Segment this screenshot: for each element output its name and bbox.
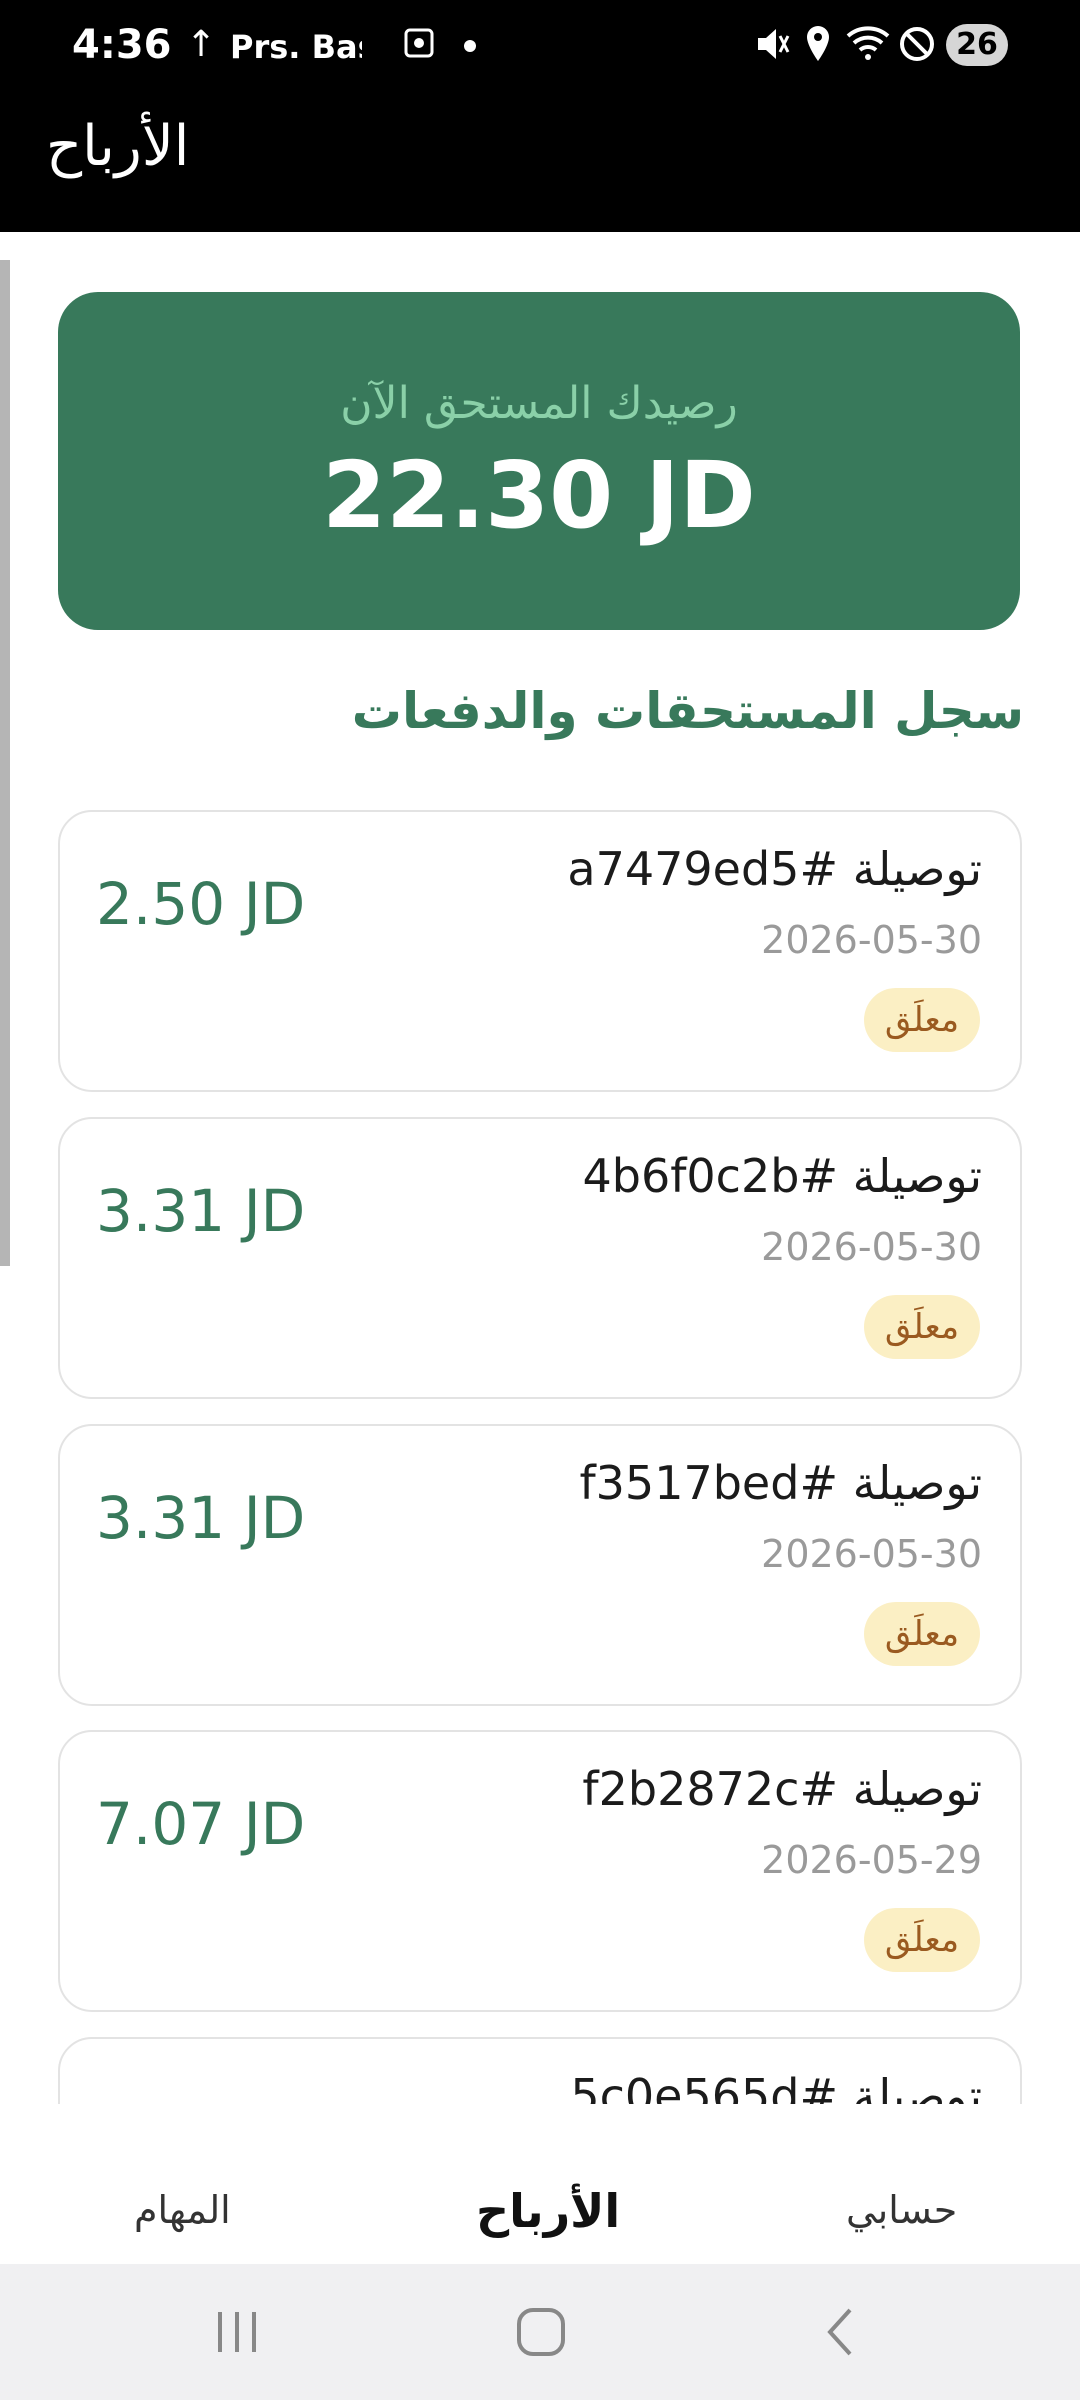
status-time: 4:36 [72, 22, 172, 68]
page-title: الأرباح [46, 114, 190, 179]
home-icon[interactable] [514, 2304, 568, 2360]
entry-amount: 3.31 JD [96, 1484, 306, 1552]
screen-record-icon [404, 28, 434, 58]
status-badge: معلَق [864, 1602, 980, 1666]
status-badge: معلَق [864, 1295, 980, 1359]
recent-apps-icon[interactable] [212, 2304, 262, 2360]
status-badge: معلَق [864, 988, 980, 1052]
status-badge: معلَق [864, 1908, 980, 1972]
entry-amount: 2.50 JD [96, 870, 306, 938]
system-nav-bar [0, 2264, 1080, 2400]
earning-entry[interactable]: توصيلة #a7479ed5 2026-05-30 معلَق 2.50 J… [58, 810, 1022, 1092]
entry-title: توصيلة #f2b2872c [582, 1762, 982, 1816]
entry-title: توصيلة #a7479ed5 [567, 842, 982, 896]
balance-amount: 22.30 JD [322, 442, 756, 549]
entry-date: 2026-05-30 [761, 918, 982, 962]
nav-item-earnings[interactable]: الأرباح [476, 2184, 620, 2238]
earning-entry[interactable]: توصيلة #4b6f0c2b 2026-05-30 معلَق 3.31 J… [58, 1117, 1022, 1399]
nav-item-account[interactable]: حسابي [846, 2188, 957, 2232]
status-bar: 4:36 ↑ Prs. Basm 26 [0, 0, 1080, 92]
app-bar: الأرباح [0, 92, 1080, 232]
balance-label: رصيدك المستحق الآن [340, 378, 738, 429]
earning-entry[interactable]: توصيلة #5c0e565d [58, 2037, 1022, 2104]
entry-amount: 7.07 JD [96, 1790, 306, 1858]
entry-date: 2026-05-30 [761, 1225, 982, 1269]
entry-date: 2026-05-29 [761, 1838, 982, 1882]
upload-arrow-icon: ↑ [186, 24, 217, 65]
status-dot-icon [464, 40, 476, 52]
dnd-icon [900, 27, 934, 61]
earning-entry[interactable]: توصيلة #f2b2872c 2026-05-29 معلَق 7.07 J… [58, 1730, 1022, 2012]
earnings-content[interactable]: رصيدك المستحق الآن 22.30 JD سجل المستحقا… [0, 232, 1080, 2104]
entry-amount: 3.31 JD [96, 1177, 306, 1245]
back-icon[interactable] [820, 2304, 860, 2360]
status-notification-text: Prs. Basm [230, 28, 362, 66]
entry-title: توصيلة #5c0e565d [570, 2069, 982, 2104]
entry-title: توصيلة #f3517bed [579, 1456, 982, 1510]
balance-card: رصيدك المستحق الآن 22.30 JD [58, 292, 1020, 630]
history-title: سجل المستحقات والدفعات [351, 682, 1024, 740]
entry-title: توصيلة #4b6f0c2b [582, 1149, 982, 1203]
nav-item-tasks[interactable]: المهام [134, 2188, 231, 2232]
entry-date: 2026-05-30 [761, 1532, 982, 1576]
bottom-nav: المهام الأرباح حسابي [0, 2104, 1080, 2264]
battery-indicator: 26 [946, 24, 1008, 66]
wifi-icon [846, 26, 890, 60]
earning-entry[interactable]: توصيلة #f3517bed 2026-05-30 معلَق 3.31 J… [58, 1424, 1022, 1706]
mute-icon [758, 29, 790, 59]
location-icon [807, 26, 829, 61]
